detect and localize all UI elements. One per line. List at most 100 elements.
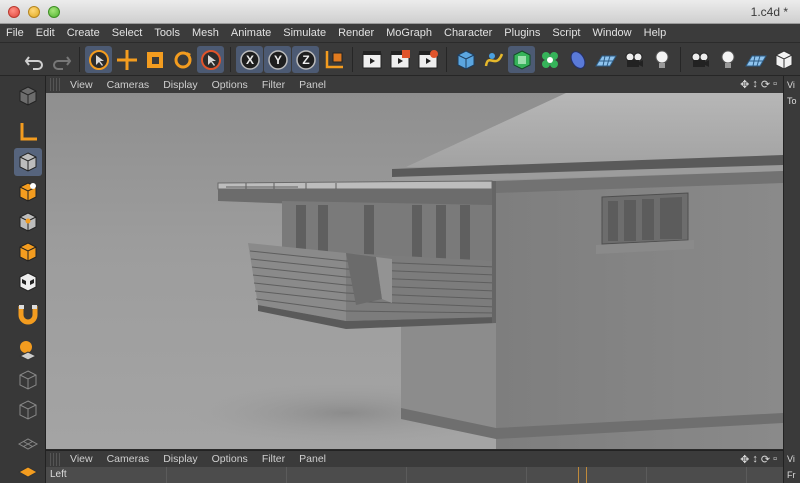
- viewport-menu-view[interactable]: View: [70, 79, 93, 91]
- light-view-button[interactable]: [714, 46, 741, 73]
- floor-tile-icon: [17, 466, 39, 478]
- scale-tool-button[interactable]: [141, 46, 168, 73]
- menu-create[interactable]: Create: [67, 27, 100, 39]
- svg-text:Y: Y: [273, 53, 281, 67]
- live-selection-button[interactable]: [85, 46, 112, 73]
- menu-edit[interactable]: Edit: [36, 27, 55, 39]
- snap-button[interactable]: [14, 300, 42, 328]
- perspective-viewport[interactable]: [46, 93, 783, 449]
- camera-icon: [691, 52, 709, 67]
- main-toolbar: X Y Z: [0, 43, 800, 76]
- floor-icon: [744, 55, 767, 66]
- menu-window[interactable]: Window: [593, 27, 632, 39]
- workplane-button[interactable]: [14, 336, 42, 364]
- menu-render[interactable]: Render: [338, 27, 374, 39]
- viewport-menu-panel[interactable]: Panel: [299, 453, 326, 465]
- zoom-window-button[interactable]: [48, 6, 60, 18]
- add-spline-button[interactable]: [480, 46, 507, 73]
- viewport-menu-filter[interactable]: Filter: [262, 79, 285, 91]
- add-cube-button[interactable]: [452, 46, 479, 73]
- move-tool-button[interactable]: [113, 46, 140, 73]
- menu-simulate[interactable]: Simulate: [283, 27, 326, 39]
- viewport-menu-cameras[interactable]: Cameras: [107, 453, 150, 465]
- model-mode-button[interactable]: [14, 148, 42, 176]
- y-axis-icon: Y: [267, 49, 288, 70]
- viewport-menu-display[interactable]: Display: [163, 79, 197, 91]
- add-floor-button[interactable]: [592, 46, 619, 73]
- drag-handle[interactable]: [50, 452, 62, 466]
- polygons-mode-button[interactable]: [14, 268, 42, 296]
- y-axis-lock-button[interactable]: Y: [264, 46, 291, 73]
- zoom-view-icon[interactable]: ↕: [752, 453, 758, 466]
- planar-workplane-button[interactable]: [14, 396, 42, 424]
- menu-file[interactable]: File: [6, 27, 24, 39]
- checker-cube-icon: [19, 86, 37, 106]
- texture-cube-icon: [19, 182, 37, 202]
- viewport-menu-panel[interactable]: Panel: [299, 79, 326, 91]
- maximize-view-icon[interactable]: ▫: [773, 453, 777, 466]
- viewport-menu-view[interactable]: View: [70, 453, 93, 465]
- undo-button[interactable]: [20, 46, 47, 73]
- add-deformer-button[interactable]: [564, 46, 591, 73]
- add-light-button[interactable]: [648, 46, 675, 73]
- move-view-icon[interactable]: ✥: [740, 78, 749, 91]
- render-view-button[interactable]: [358, 46, 385, 73]
- make-editable-button[interactable]: [14, 82, 42, 110]
- edges-mode-button[interactable]: [14, 238, 42, 266]
- render-object-button[interactable]: [14, 454, 42, 482]
- x-axis-lock-button[interactable]: X: [236, 46, 263, 73]
- add-array-button[interactable]: [536, 46, 563, 73]
- floor-view-button[interactable]: [742, 46, 769, 73]
- menu-mograph[interactable]: MoGraph: [386, 27, 432, 39]
- viewport-menu-options[interactable]: Options: [212, 453, 248, 465]
- panel-tab-label[interactable]: To: [787, 96, 797, 106]
- solo-mode-button[interactable]: [14, 426, 42, 454]
- maximize-view-icon[interactable]: ▫: [773, 78, 777, 91]
- floor-icon: [594, 55, 617, 66]
- recent-tool-button[interactable]: [197, 46, 224, 73]
- menu-animate[interactable]: Animate: [231, 27, 271, 39]
- viewport-header: View Cameras Display Options Filter Pane…: [46, 76, 783, 93]
- z-axis-lock-button[interactable]: Z: [292, 46, 319, 73]
- drag-handle[interactable]: [50, 78, 62, 91]
- viewport-menu-cameras[interactable]: Cameras: [107, 79, 150, 91]
- move-view-icon[interactable]: ✥: [740, 453, 749, 466]
- panel-tab-label[interactable]: Fr: [787, 470, 796, 480]
- polygons-cube-icon: [19, 272, 37, 292]
- panel-tab-label[interactable]: Vi: [787, 80, 795, 90]
- viewport-menu-display[interactable]: Display: [163, 453, 197, 465]
- axis-tool-button[interactable]: [14, 118, 42, 146]
- locked-workplane-button[interactable]: [14, 366, 42, 394]
- points-mode-button[interactable]: [14, 208, 42, 236]
- object-view-button[interactable]: [770, 46, 797, 73]
- rotate-view-icon[interactable]: ⟳: [761, 78, 770, 91]
- redo-button[interactable]: [48, 46, 75, 73]
- add-generator-button[interactable]: [508, 46, 535, 73]
- points-cube-icon: [19, 212, 37, 232]
- menu-script[interactable]: Script: [552, 27, 580, 39]
- panel-tab-label[interactable]: Vi: [787, 454, 795, 464]
- render-region-button[interactable]: [386, 46, 413, 73]
- viewport-menu-filter[interactable]: Filter: [262, 453, 285, 465]
- menu-select[interactable]: Select: [112, 27, 143, 39]
- menu-plugins[interactable]: Plugins: [504, 27, 540, 39]
- minimize-window-button[interactable]: [28, 6, 40, 18]
- rotate-tool-button[interactable]: [169, 46, 196, 73]
- rotate-view-icon[interactable]: ⟳: [761, 453, 770, 466]
- texture-mode-button[interactable]: [14, 178, 42, 206]
- menu-tools[interactable]: Tools: [154, 27, 180, 39]
- left-viewport[interactable]: Left: [46, 467, 783, 483]
- render-settings-button[interactable]: [414, 46, 441, 73]
- zoom-view-icon[interactable]: ↕: [752, 78, 758, 91]
- menu-character[interactable]: Character: [444, 27, 492, 39]
- light-icon: [655, 50, 668, 68]
- menu-help[interactable]: Help: [644, 27, 667, 39]
- viewport-menu-options[interactable]: Options: [212, 79, 248, 91]
- attributes-panel-edge: Vi To Vi Fr: [783, 76, 800, 483]
- menu-mesh[interactable]: Mesh: [192, 27, 219, 39]
- wire-plane-icon: [17, 438, 39, 450]
- close-window-button[interactable]: [8, 6, 20, 18]
- add-camera-button[interactable]: [620, 46, 647, 73]
- coordinate-system-button[interactable]: [320, 46, 347, 73]
- camera-view-button[interactable]: [686, 46, 713, 73]
